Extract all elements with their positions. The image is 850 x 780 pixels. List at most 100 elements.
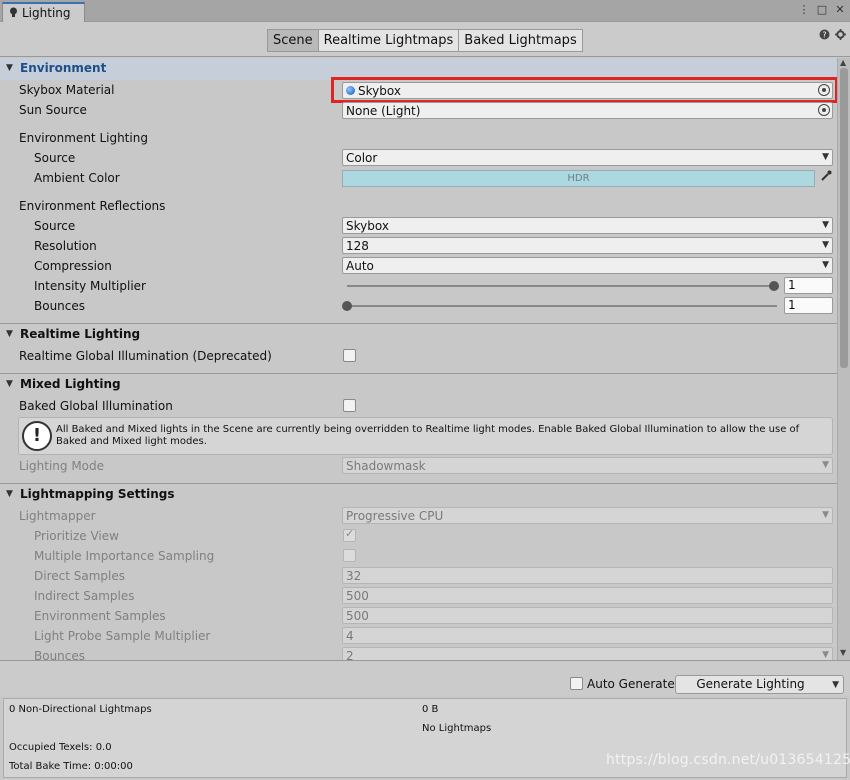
hdr-label: HDR <box>567 173 590 184</box>
object-picker-icon[interactable] <box>818 104 830 116</box>
intensity-value-input[interactable]: 1 <box>784 277 833 294</box>
tab-realtime-lightmaps[interactable]: Realtime Lightmaps <box>317 29 460 52</box>
lightmapper-row: Lightmapper Progressive CPU ▼ <box>0 506 837 526</box>
bounces-slider-knob[interactable] <box>342 301 352 311</box>
reflection-source-dropdown[interactable]: Skybox ▼ <box>342 217 833 234</box>
expand-triangle-icon: ▼ <box>6 379 13 389</box>
warning-message: All Baked and Mixed lights in the Scene … <box>56 424 800 447</box>
dropdown-arrow-icon[interactable]: ▼ <box>832 677 839 694</box>
resolution-value: 128 <box>346 239 369 253</box>
more-options-icon[interactable]: ⋮ <box>798 3 810 17</box>
environment-samples-label: Environment Samples <box>34 609 166 623</box>
skybox-material-label: Skybox Material <box>19 83 115 97</box>
dropdown-arrow-icon: ▼ <box>822 240 829 250</box>
ambient-color-swatch[interactable]: HDR <box>342 170 815 187</box>
dropdown-arrow-icon: ▼ <box>822 152 829 162</box>
scrollbar-thumb[interactable] <box>840 68 848 368</box>
environment-reflections-row: Environment Reflections <box>0 196 837 216</box>
reflection-bounces-label: Bounces <box>34 299 86 313</box>
compression-label: Compression <box>34 259 112 273</box>
sun-source-field[interactable]: None (Light) <box>342 102 833 119</box>
maximize-icon[interactable]: □ <box>816 3 828 17</box>
reflection-source-value: Skybox <box>346 219 389 233</box>
direct-samples-input: 32 <box>342 567 833 584</box>
lightmap-bounces-label: Bounces <box>34 649 86 660</box>
scroll-down-icon[interactable]: ▼ <box>840 648 846 657</box>
lighting-window-tab[interactable]: Lighting <box>2 2 85 22</box>
lighting-mode-value: Shadowmask <box>346 459 426 473</box>
mixed-lighting-section-header[interactable]: ▼ Mixed Lighting <box>0 373 837 395</box>
light-bulb-icon <box>8 7 18 19</box>
env-lighting-source-label: Source <box>34 151 76 165</box>
intensity-slider-knob[interactable] <box>769 281 779 291</box>
mis-label: Multiple Importance Sampling <box>34 549 215 563</box>
lightmap-bounces-value: 2 <box>346 649 354 660</box>
reflection-source-row: Source Skybox ▼ <box>0 216 837 236</box>
mode-tabs: Scene Realtime Lightmaps Baked Lightmaps <box>267 29 583 52</box>
bounces-slider-track[interactable] <box>347 305 777 307</box>
svg-text:?: ? <box>822 31 826 40</box>
direct-samples-value: 32 <box>346 569 362 583</box>
env-lighting-source-dropdown[interactable]: Color ▼ <box>342 149 833 166</box>
warning-info-box: ! All Baked and Mixed lights in the Scen… <box>18 417 833 455</box>
prioritize-view-checkbox <box>343 527 356 542</box>
lighting-mode-label: Lighting Mode <box>19 459 105 473</box>
window-title: Lighting <box>22 6 71 20</box>
environment-samples-value: 500 <box>346 609 369 623</box>
indirect-samples-row: Indirect Samples 500 <box>0 586 837 606</box>
occupied-texels: Occupied Texels: 0.0 <box>9 742 112 753</box>
dropdown-arrow-icon: ▼ <box>822 510 829 520</box>
resolution-dropdown[interactable]: 128 ▼ <box>342 237 833 254</box>
resolution-label: Resolution <box>34 239 97 253</box>
mode-toolbar: Scene Realtime Lightmaps Baked Lightmaps… <box>0 22 850 57</box>
scroll-up-icon[interactable]: ▲ <box>840 58 846 67</box>
indirect-samples-value: 500 <box>346 589 369 603</box>
lighting-mode-dropdown: Shadowmask ▼ <box>342 457 833 474</box>
sun-source-value: None (Light) <box>346 104 421 118</box>
baked-gi-row: Baked Global Illumination <box>0 396 837 416</box>
direct-samples-label: Direct Samples <box>34 569 125 583</box>
bounces-value-input[interactable]: 1 <box>784 297 833 314</box>
env-lighting-source-value: Color <box>346 151 378 165</box>
help-icon[interactable]: ? <box>819 29 830 43</box>
lightmapper-value: Progressive CPU <box>346 509 444 523</box>
resolution-row: Resolution 128 ▼ <box>0 236 837 256</box>
probe-multiplier-input: 4 <box>342 627 833 644</box>
generate-lighting-button[interactable]: Generate Lighting ▼ <box>675 675 844 694</box>
realtime-gi-checkbox[interactable] <box>343 349 356 362</box>
probe-multiplier-label: Light Probe Sample Multiplier <box>34 629 211 643</box>
eyedropper-icon[interactable] <box>818 170 833 187</box>
auto-generate-checkbox[interactable] <box>570 677 583 690</box>
intensity-slider-track[interactable] <box>347 285 777 287</box>
lightmaps-size: 0 B <box>422 704 439 715</box>
lightmapping-section-header[interactable]: ▼ Lightmapping Settings <box>0 483 837 505</box>
ambient-color-label: Ambient Color <box>34 171 120 185</box>
baked-gi-checkbox[interactable] <box>343 399 356 412</box>
indirect-samples-label: Indirect Samples <box>34 589 135 603</box>
compression-row: Compression Auto ▼ <box>0 256 837 276</box>
close-icon[interactable]: ✕ <box>834 3 846 17</box>
compression-dropdown[interactable]: Auto ▼ <box>342 257 833 274</box>
total-bake-time: Total Bake Time: 0:00:00 <box>9 761 133 772</box>
direct-samples-row: Direct Samples 32 <box>0 566 837 586</box>
dropdown-arrow-icon: ▼ <box>822 460 829 470</box>
lightmapping-title: Lightmapping Settings <box>20 487 175 501</box>
env-lighting-source-row: Source Color ▼ <box>0 148 837 168</box>
expand-triangle-icon: ▼ <box>6 489 13 499</box>
window-tab-bar: Lighting ⋮ □ ✕ <box>0 0 850 22</box>
realtime-lighting-section-header[interactable]: ▼ Realtime Lighting <box>0 323 837 345</box>
lightmapper-dropdown: Progressive CPU ▼ <box>342 507 833 524</box>
tab-scene[interactable]: Scene <box>267 29 319 52</box>
prioritize-view-label: Prioritize View <box>34 529 119 543</box>
intensity-multiplier-label: Intensity Multiplier <box>34 279 146 293</box>
realtime-lighting-title: Realtime Lighting <box>20 327 141 341</box>
tab-baked-lightmaps[interactable]: Baked Lightmaps <box>458 29 583 52</box>
mis-checkbox <box>343 549 356 562</box>
environment-samples-input: 500 <box>342 607 833 624</box>
intensity-multiplier-row: Intensity Multiplier 1 <box>0 276 837 296</box>
expand-triangle-icon: ▼ <box>6 329 13 339</box>
auto-generate-label: Auto Generate <box>587 677 675 691</box>
inspector-content[interactable]: ▼ Environment Skybox Material Skybox Sun… <box>0 58 837 660</box>
vertical-scrollbar[interactable]: ▲ ▼ <box>837 58 850 660</box>
settings-icon[interactable] <box>835 29 846 43</box>
